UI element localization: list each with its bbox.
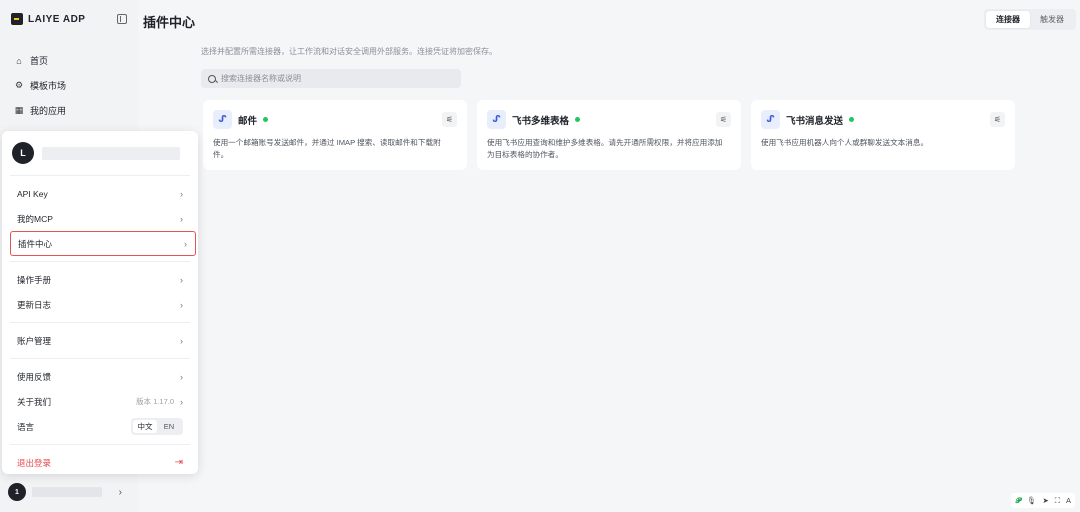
connector-icon: ᔑ (487, 110, 506, 129)
screenshot-icon[interactable]: ⛶ (1055, 496, 1060, 506)
sidebar-user[interactable]: 1 › (8, 481, 130, 503)
avatar: L (12, 142, 34, 164)
menu-item-account[interactable]: 账户管理 › (2, 328, 198, 353)
chevron-right-icon: › (118, 486, 122, 498)
send-icon[interactable]: ➤ (1042, 496, 1048, 505)
status-dot (575, 117, 581, 122)
menu-item-label: 我的MCP (17, 213, 53, 224)
chevron-right-icon: › (180, 213, 183, 224)
menu-item-manual[interactable]: 操作手册 › (2, 267, 198, 292)
connector-icon: ᔑ (761, 110, 780, 129)
tab-triggers[interactable]: 触发器 (1030, 11, 1074, 28)
sidebar-item-my-apps[interactable]: ▦ 我的应用 (8, 98, 132, 123)
menu-item-label: 关于我们 (17, 396, 52, 407)
connector-icon: ᔑ (213, 110, 232, 129)
sidebar-item-template-market[interactable]: ⚙ 模板市场 (8, 73, 132, 98)
connector-title: 飞书多维表格 (512, 115, 570, 127)
microphone-icon[interactable]: 🎙 (1027, 496, 1037, 505)
sidebar-toggle-icon[interactable] (117, 14, 127, 24)
lang-option-en[interactable]: EN (157, 420, 181, 433)
menu-item-label: 操作手册 (17, 274, 52, 285)
sidebar-item-label: 首页 (30, 56, 49, 66)
menu-item-feedback[interactable]: 使用反馈 › (2, 364, 198, 389)
chevron-right-icon: › (180, 188, 183, 199)
connector-trigger-tabs: 连接器 触发器 (984, 9, 1076, 30)
menu-item-label: 插件中心 (18, 238, 53, 249)
search-input[interactable] (221, 74, 451, 83)
user-menu-popover: L API Key › 我的MCP › 插件中心 › 操作手册 › 更新日志 ›… (2, 131, 198, 474)
connector-title: 飞书消息发送 (786, 115, 844, 127)
sidebar-item-label: 模板市场 (30, 81, 67, 91)
chevron-right-icon: › (180, 396, 183, 407)
settings-icon[interactable]: ⚟ (716, 112, 731, 127)
popover-user: L (2, 131, 198, 175)
tab-connectors[interactable]: 连接器 (986, 11, 1030, 28)
chevron-right-icon: › (180, 299, 183, 310)
avatar: 1 (8, 483, 26, 501)
lang-option-zh[interactable]: 中文 (133, 420, 157, 433)
username-redacted (32, 487, 102, 497)
username-redacted (42, 146, 180, 160)
home-icon: ⌂ (16, 55, 22, 66)
chevron-right-icon: › (180, 335, 183, 346)
connector-card-feishu-message[interactable]: ᔑ 飞书消息发送 ⚟ 使用飞书应用机器人向个人或群聊发送文本消息。 (751, 100, 1015, 170)
connector-description: 使用飞书应用机器人向个人或群聊发送文本消息。 (761, 138, 929, 147)
menu-item-language: 语言 中文 EN (2, 414, 198, 439)
logout-icon: ⇥ (174, 457, 183, 468)
connector-description: 使用飞书应用查询和维护多维表格。请先开通所需权限，并将应用添加为目标表格的协作者… (487, 138, 723, 159)
ai-icon[interactable]: A (1066, 496, 1071, 505)
menu-item-label: 语言 (17, 421, 35, 432)
sidebar-item-home[interactable]: ⌂ 首页 (8, 48, 132, 73)
floating-toolbar: 𝓟 🎙 ➤ ⛶ A (1011, 493, 1075, 508)
version-label: 版本 1.17.0 (136, 397, 174, 406)
connector-card-feishu-bitable[interactable]: ᔑ 飞书多维表格 ⚟ 使用飞书应用查询和维护多维表格。请先开通所需权限，并将应用… (477, 100, 741, 170)
menu-item-changelog[interactable]: 更新日志 › (2, 292, 198, 317)
chevron-right-icon: › (184, 238, 187, 249)
app-logo[interactable]: LAIYE ADP (11, 13, 85, 25)
menu-item-about[interactable]: 关于我们 版本 1.17.0 › (2, 389, 198, 414)
logo-text: LAIYE ADP (28, 13, 86, 25)
logout-button[interactable]: 退出登录 ⇥ (2, 450, 198, 475)
search-icon (208, 74, 216, 83)
sidebar-nav: ⌂ 首页 ⚙ 模板市场 ▦ 我的应用 (8, 48, 132, 123)
menu-item-plugin-center[interactable]: 插件中心 › (10, 231, 196, 256)
apps-icon: ▦ (14, 105, 24, 115)
sidebar-item-label: 我的应用 (30, 106, 67, 116)
connector-description: 使用一个邮箱账号发送邮件，并通过 IMAP 搜索、读取邮件和下载附件。 (213, 138, 441, 159)
status-dot (263, 117, 269, 122)
logo-icon (11, 13, 23, 25)
page-subtitle: 选择并配置所需连接器，让工作流和对话安全调用外部服务。连接凭证将加密保存。 (201, 47, 497, 56)
chevron-right-icon: › (180, 371, 183, 382)
menu-item-label: API Key (17, 188, 48, 199)
language-toggle: 中文 EN (131, 418, 183, 435)
search-box (201, 69, 461, 88)
menu-item-label: 更新日志 (17, 299, 52, 310)
template-icon: ⚙ (14, 80, 24, 90)
menu-item-label: 账户管理 (17, 335, 52, 346)
settings-icon[interactable]: ⚟ (442, 112, 457, 127)
connector-cards: ᔑ 邮件 ⚟ 使用一个邮箱账号发送邮件，并通过 IMAP 搜索、读取邮件和下载附… (203, 100, 1015, 170)
menu-item-my-mcp[interactable]: 我的MCP › (2, 206, 198, 231)
status-dot (849, 117, 855, 122)
connector-title: 邮件 (238, 115, 258, 127)
menu-item-label: 使用反馈 (17, 371, 52, 382)
plugin-icon[interactable]: 𝓟 (1015, 496, 1020, 506)
connector-card-email[interactable]: ᔑ 邮件 ⚟ 使用一个邮箱账号发送邮件，并通过 IMAP 搜索、读取邮件和下载附… (203, 100, 467, 170)
page-title: 插件中心 (143, 15, 196, 30)
chevron-right-icon: › (180, 274, 183, 285)
menu-item-api-key[interactable]: API Key › (2, 181, 198, 206)
settings-icon[interactable]: ⚟ (990, 112, 1005, 127)
menu-item-label: 退出登录 (17, 457, 52, 468)
